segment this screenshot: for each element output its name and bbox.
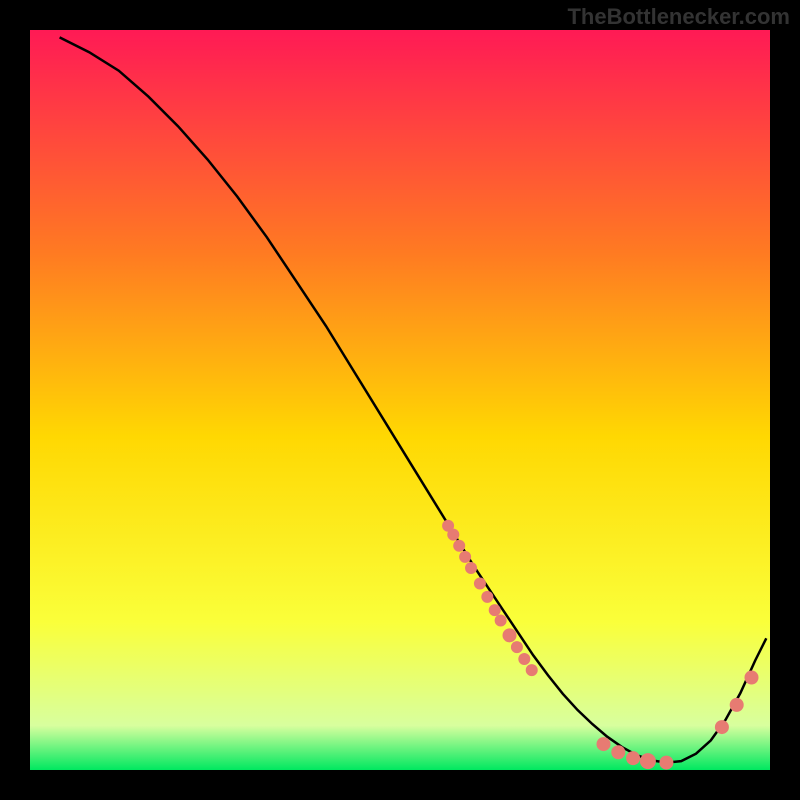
- gradient-background: [30, 30, 770, 770]
- scatter-point: [715, 720, 729, 734]
- scatter-point: [465, 562, 477, 574]
- scatter-point: [459, 551, 471, 563]
- scatter-point: [511, 641, 523, 653]
- scatter-point: [526, 664, 538, 676]
- scatter-point: [447, 529, 459, 541]
- watermark: TheBottlenecker.com: [567, 4, 790, 30]
- scatter-point: [489, 604, 501, 616]
- scatter-point: [640, 753, 656, 769]
- scatter-point: [474, 578, 486, 590]
- scatter-point: [518, 653, 530, 665]
- chart-plot-area: [30, 30, 770, 770]
- scatter-point: [659, 756, 673, 770]
- chart-svg: [30, 30, 770, 770]
- scatter-point: [481, 591, 493, 603]
- scatter-point: [495, 615, 507, 627]
- scatter-point: [626, 751, 640, 765]
- scatter-point: [730, 698, 744, 712]
- scatter-point: [597, 737, 611, 751]
- scatter-point: [745, 671, 759, 685]
- scatter-point: [453, 540, 465, 552]
- scatter-point: [503, 628, 517, 642]
- scatter-point: [611, 745, 625, 759]
